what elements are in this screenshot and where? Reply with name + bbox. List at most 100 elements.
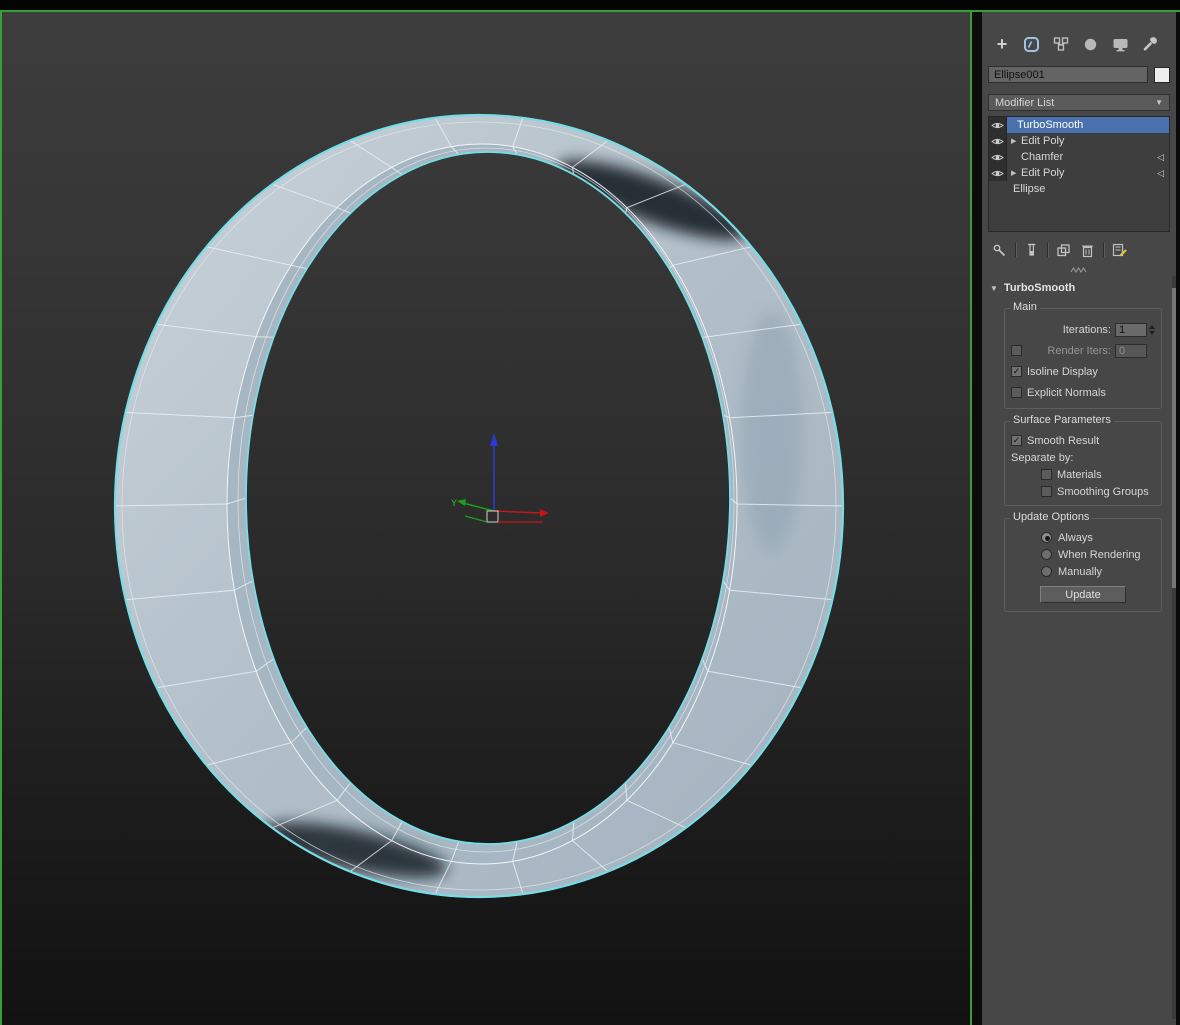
- surface-parameters-label: Surface Parameters: [1010, 414, 1114, 426]
- motion-tab[interactable]: [1081, 34, 1101, 54]
- command-panel-tabs: +: [988, 32, 1170, 56]
- when-rendering-radio[interactable]: [1041, 549, 1052, 560]
- explicit-normals-row: Explicit Normals: [1011, 382, 1155, 403]
- turbosmooth-rollout-header[interactable]: ▼ TurboSmooth: [988, 280, 1170, 296]
- isoline-display-label: Isoline Display: [1027, 366, 1098, 378]
- render-iters-checkbox[interactable]: [1011, 345, 1022, 356]
- make-unique-icon: [1056, 243, 1071, 258]
- toolbar-divider: [1103, 243, 1104, 257]
- gizmo-center-square[interactable]: [487, 511, 498, 522]
- expand-arrow-icon[interactable]: ▶: [1011, 137, 1021, 145]
- utilities-tab[interactable]: [1140, 34, 1160, 54]
- when-rendering-label: When Rendering: [1058, 549, 1141, 561]
- object-name-input[interactable]: Ellipse001: [988, 66, 1148, 83]
- always-radio[interactable]: [1041, 532, 1052, 543]
- materials-checkbox[interactable]: [1041, 469, 1052, 480]
- create-tab[interactable]: +: [992, 34, 1012, 54]
- y-axis-handle[interactable]: [463, 503, 494, 511]
- stack-row-chamfer[interactable]: Chamfer ◁: [989, 149, 1169, 165]
- modifier-label: Chamfer: [1021, 151, 1063, 163]
- separate-by-row: Separate by:: [1011, 449, 1155, 466]
- remove-modifier-button[interactable]: [1079, 242, 1096, 259]
- modifier-label: Edit Poly: [1021, 135, 1064, 147]
- transform-gizmo[interactable]: Y: [451, 433, 549, 522]
- check-icon: ✓: [1013, 436, 1021, 445]
- panel-divider[interactable]: [972, 12, 982, 1025]
- create-icon: +: [997, 35, 1008, 53]
- isoline-display-row: ✓ Isoline Display: [1011, 361, 1155, 382]
- base-object-label: Ellipse: [1013, 183, 1045, 195]
- modifier-flag-icon[interactable]: ◁: [1157, 152, 1164, 163]
- explicit-normals-checkbox[interactable]: [1011, 387, 1022, 398]
- modifier-label: TurboSmooth: [1017, 119, 1083, 131]
- x-axis-arrowhead[interactable]: [540, 509, 549, 517]
- hierarchy-icon: [1053, 36, 1069, 52]
- explicit-normals-label: Explicit Normals: [1027, 387, 1106, 399]
- check-icon: ✓: [1013, 367, 1021, 376]
- stack-row-edit-poly-1[interactable]: ▶ Edit Poly: [989, 133, 1169, 149]
- manually-radio[interactable]: [1041, 566, 1052, 577]
- update-button[interactable]: Update: [1040, 586, 1126, 603]
- utilities-icon: [1142, 36, 1158, 52]
- object-color-swatch[interactable]: [1154, 67, 1170, 83]
- modify-icon: [1023, 36, 1040, 53]
- display-icon: [1112, 37, 1129, 52]
- smooth-result-checkbox[interactable]: ✓: [1011, 435, 1022, 446]
- smoothing-groups-checkbox[interactable]: [1041, 486, 1052, 497]
- rollout-drag-handle[interactable]: [988, 267, 1170, 273]
- toolbar-divider: [1015, 243, 1016, 257]
- axis-label-y: Y: [451, 498, 457, 508]
- separate-by-label: Separate by:: [1011, 452, 1073, 464]
- isoline-display-checkbox[interactable]: ✓: [1011, 366, 1022, 377]
- rollout-collapse-icon: ▼: [990, 284, 998, 293]
- rollout-scrollbar-thumb[interactable]: [1172, 288, 1176, 588]
- configure-modifier-sets-button[interactable]: [1111, 242, 1128, 259]
- iterations-input[interactable]: 1: [1115, 323, 1147, 337]
- xy-plane-handle-y[interactable]: [465, 516, 487, 522]
- object-name-value: Ellipse001: [994, 69, 1045, 81]
- iterations-row: Iterations: 1: [1011, 319, 1155, 340]
- ring-selection-outline-hole: [246, 152, 730, 844]
- stack-row-ellipse-base[interactable]: Ellipse: [989, 181, 1169, 197]
- z-axis-arrowhead[interactable]: [490, 433, 498, 446]
- expand-arrow-icon[interactable]: ▶: [1011, 169, 1021, 177]
- main-group: Main Iterations: 1 Render Iters:: [1004, 308, 1162, 409]
- render-iters-spinner[interactable]: [1149, 346, 1155, 356]
- show-end-result-button[interactable]: [1023, 242, 1040, 259]
- display-tab[interactable]: [1110, 34, 1130, 54]
- y-axis-arrowhead[interactable]: [457, 499, 466, 506]
- make-unique-button[interactable]: [1055, 242, 1072, 259]
- perspective-viewport[interactable]: Y: [0, 12, 972, 1025]
- toolbar-divider: [1047, 243, 1048, 257]
- modifier-list-dropdown[interactable]: Modifier List ▼: [988, 94, 1170, 111]
- iterations-label: Iterations:: [1063, 324, 1111, 336]
- smooth-result-label: Smooth Result: [1027, 435, 1099, 447]
- modify-tab[interactable]: [1022, 34, 1042, 54]
- pin-stack-button[interactable]: [991, 242, 1008, 259]
- viewport-canvas[interactable]: Y: [2, 12, 970, 1023]
- iterations-spinner[interactable]: [1149, 325, 1155, 335]
- stack-row-edit-poly-2[interactable]: ▶ Edit Poly ◁: [989, 165, 1169, 181]
- object-name-row: Ellipse001: [988, 66, 1170, 83]
- configure-modifier-sets-icon: [1112, 242, 1128, 258]
- render-iters-input[interactable]: 0: [1115, 344, 1147, 358]
- manually-row: Manually: [1011, 563, 1155, 580]
- rollout-scrollbar-track[interactable]: [1172, 276, 1176, 1019]
- pin-stack-icon: [992, 243, 1007, 258]
- visibility-eye-icon[interactable]: [989, 117, 1007, 133]
- modifier-flag-icon[interactable]: ◁: [1157, 168, 1164, 179]
- render-iters-value: 0: [1119, 345, 1125, 357]
- stack-row-turbosmooth[interactable]: TurboSmooth: [989, 117, 1169, 133]
- iterations-value: 1: [1119, 324, 1125, 336]
- visibility-eye-icon[interactable]: [989, 165, 1007, 181]
- visibility-eye-icon[interactable]: [989, 149, 1007, 165]
- always-label: Always: [1058, 532, 1093, 544]
- visibility-eye-icon[interactable]: [989, 133, 1007, 149]
- chevron-down-icon: ▼: [1155, 98, 1163, 107]
- hierarchy-tab[interactable]: [1051, 34, 1071, 54]
- x-axis-handle[interactable]: [494, 511, 541, 513]
- surface-parameters-group: Surface Parameters ✓ Smooth Result Separ…: [1004, 421, 1162, 506]
- materials-label: Materials: [1057, 469, 1102, 481]
- render-iters-row: Render Iters: 0: [1011, 340, 1155, 361]
- main-group-label: Main: [1010, 301, 1040, 313]
